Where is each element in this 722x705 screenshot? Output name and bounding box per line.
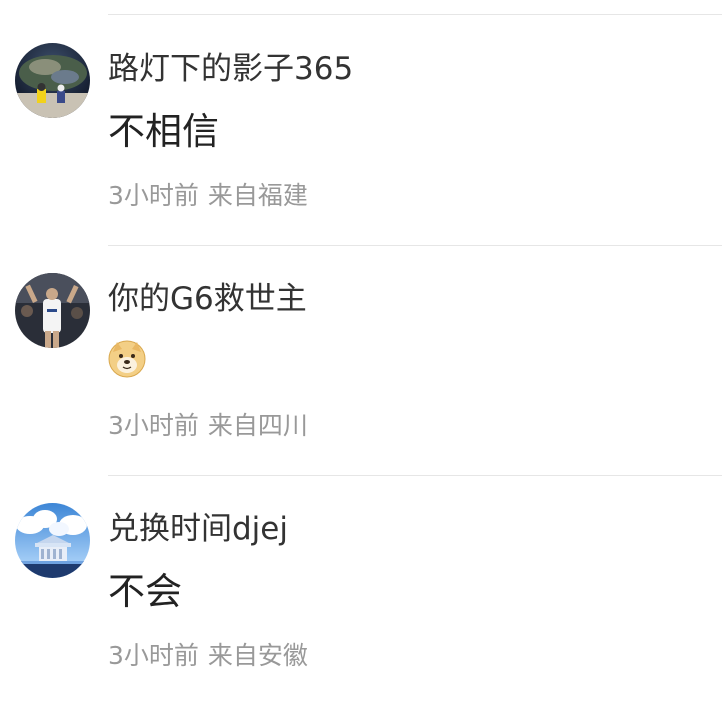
comment-item: 路灯下的影子365 不相信 3小时前 来自福建 [0, 15, 722, 245]
comment-text: 不会 [108, 570, 182, 613]
comment-meta: 3小时前 来自福建 [108, 180, 308, 212]
doge-emoji-icon [108, 340, 146, 378]
avatar[interactable] [15, 273, 90, 348]
avatar[interactable] [15, 503, 90, 578]
comment-location: 来自四川 [207, 411, 308, 440]
comment-location: 来自福建 [207, 181, 308, 210]
avatar-basketball-image [15, 273, 90, 348]
avatar-sky-castle-image [15, 503, 90, 578]
avatar-earth-image [15, 43, 90, 118]
comment-time: 3小时前 [108, 411, 199, 440]
username[interactable]: 兑换时间djej [108, 509, 288, 549]
comment-meta: 3小时前 来自四川 [108, 410, 308, 442]
comment-time: 3小时前 [108, 181, 199, 210]
comment-text: 不相信 [108, 110, 219, 153]
username[interactable]: 你的G6救世主 [108, 279, 307, 319]
avatar[interactable] [15, 43, 90, 118]
comment-item: 兑换时间djej 不会 3小时前 来自安徽 [0, 475, 722, 705]
comment-meta: 3小时前 来自安徽 [108, 640, 308, 672]
comment-location: 来自安徽 [207, 641, 308, 670]
comment-time: 3小时前 [108, 641, 199, 670]
username[interactable]: 路灯下的影子365 [108, 49, 353, 89]
comment-item: 你的G6救世主 3小时前 来自四川 [0, 245, 722, 475]
